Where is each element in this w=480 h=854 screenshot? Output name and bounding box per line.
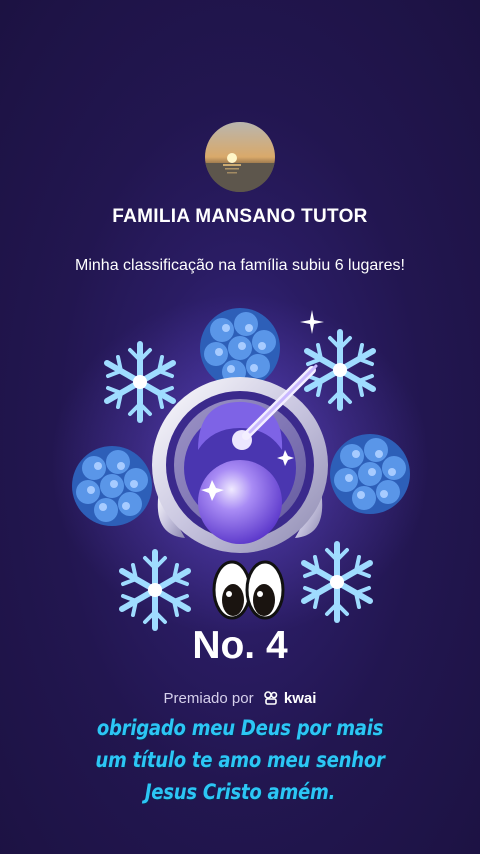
video-caption: obrigado meu Deus por mais um título te … (34, 712, 447, 808)
hydrangea-icon (72, 446, 152, 526)
ranking-message: Minha classificação na família subiu 6 l… (75, 257, 405, 274)
kwai-brand[interactable]: kwai (284, 690, 317, 707)
profile-avatar[interactable] (205, 122, 275, 192)
rank-number: No. 4 (192, 624, 288, 667)
profile-name: FAMILIA MANSANO TUTOR (112, 206, 368, 227)
caption-line: Jesus Cristo amém. (144, 780, 336, 804)
caption-line: um título te amo meu senhor (95, 748, 385, 772)
rank-badge-illustration (50, 295, 430, 635)
hydrangea-icon (200, 308, 280, 388)
caption-line: obrigado meu Deus por mais (96, 716, 384, 740)
sunset-avatar-icon (205, 122, 275, 192)
hydrangea-icon (330, 434, 410, 514)
awarded-by-label: Premiado por (163, 690, 254, 707)
kwai-logo-icon (263, 691, 278, 705)
awarded-by: Premiado por kwai (0, 690, 480, 707)
